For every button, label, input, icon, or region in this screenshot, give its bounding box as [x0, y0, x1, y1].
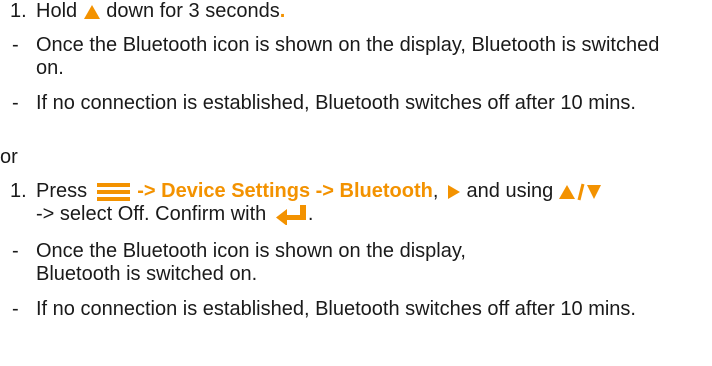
- step-period: .: [279, 0, 286, 22]
- bullet-text-line2: Bluetooth is switched on.: [36, 263, 258, 285]
- or-separator: or: [0, 146, 18, 168]
- and-using-text: and using: [466, 180, 559, 202]
- select-text: -> select Off. Confirm with: [36, 203, 267, 225]
- bullet-dash: -: [12, 92, 19, 114]
- menu-path: -> Device Settings -> Bluetooth: [137, 180, 433, 202]
- bullet-dash: -: [12, 298, 19, 320]
- step-number: 1.: [10, 180, 27, 202]
- bullet-text-line1: Once the Bluetooth icon is shown on the …: [36, 240, 466, 262]
- enter-return-icon: [275, 204, 306, 225]
- period: .: [307, 203, 314, 225]
- hamburger-menu-icon: [96, 182, 130, 201]
- instruction-document: 1. Hold down for 3 seconds. - Once the B…: [0, 0, 712, 366]
- press-text: Press: [36, 180, 88, 202]
- step-text-down: down for 3 seconds: [100, 0, 280, 22]
- right-arrow-icon: [447, 184, 460, 199]
- bullet-dash: -: [12, 240, 19, 262]
- bullet-text: If no connection is established, Bluetoo…: [36, 92, 636, 114]
- bullet-dash: -: [12, 34, 19, 56]
- bullet-text: If no connection is established, Bluetoo…: [36, 298, 636, 320]
- comma: ,: [432, 180, 439, 202]
- up-down-arrows-icon: [558, 183, 601, 201]
- step-text-hold: Hold: [36, 0, 83, 22]
- step-number: 1.: [10, 0, 27, 22]
- up-arrow-icon: [83, 4, 100, 19]
- bullet-text: Once the Bluetooth icon is shown on the …: [36, 34, 660, 79]
